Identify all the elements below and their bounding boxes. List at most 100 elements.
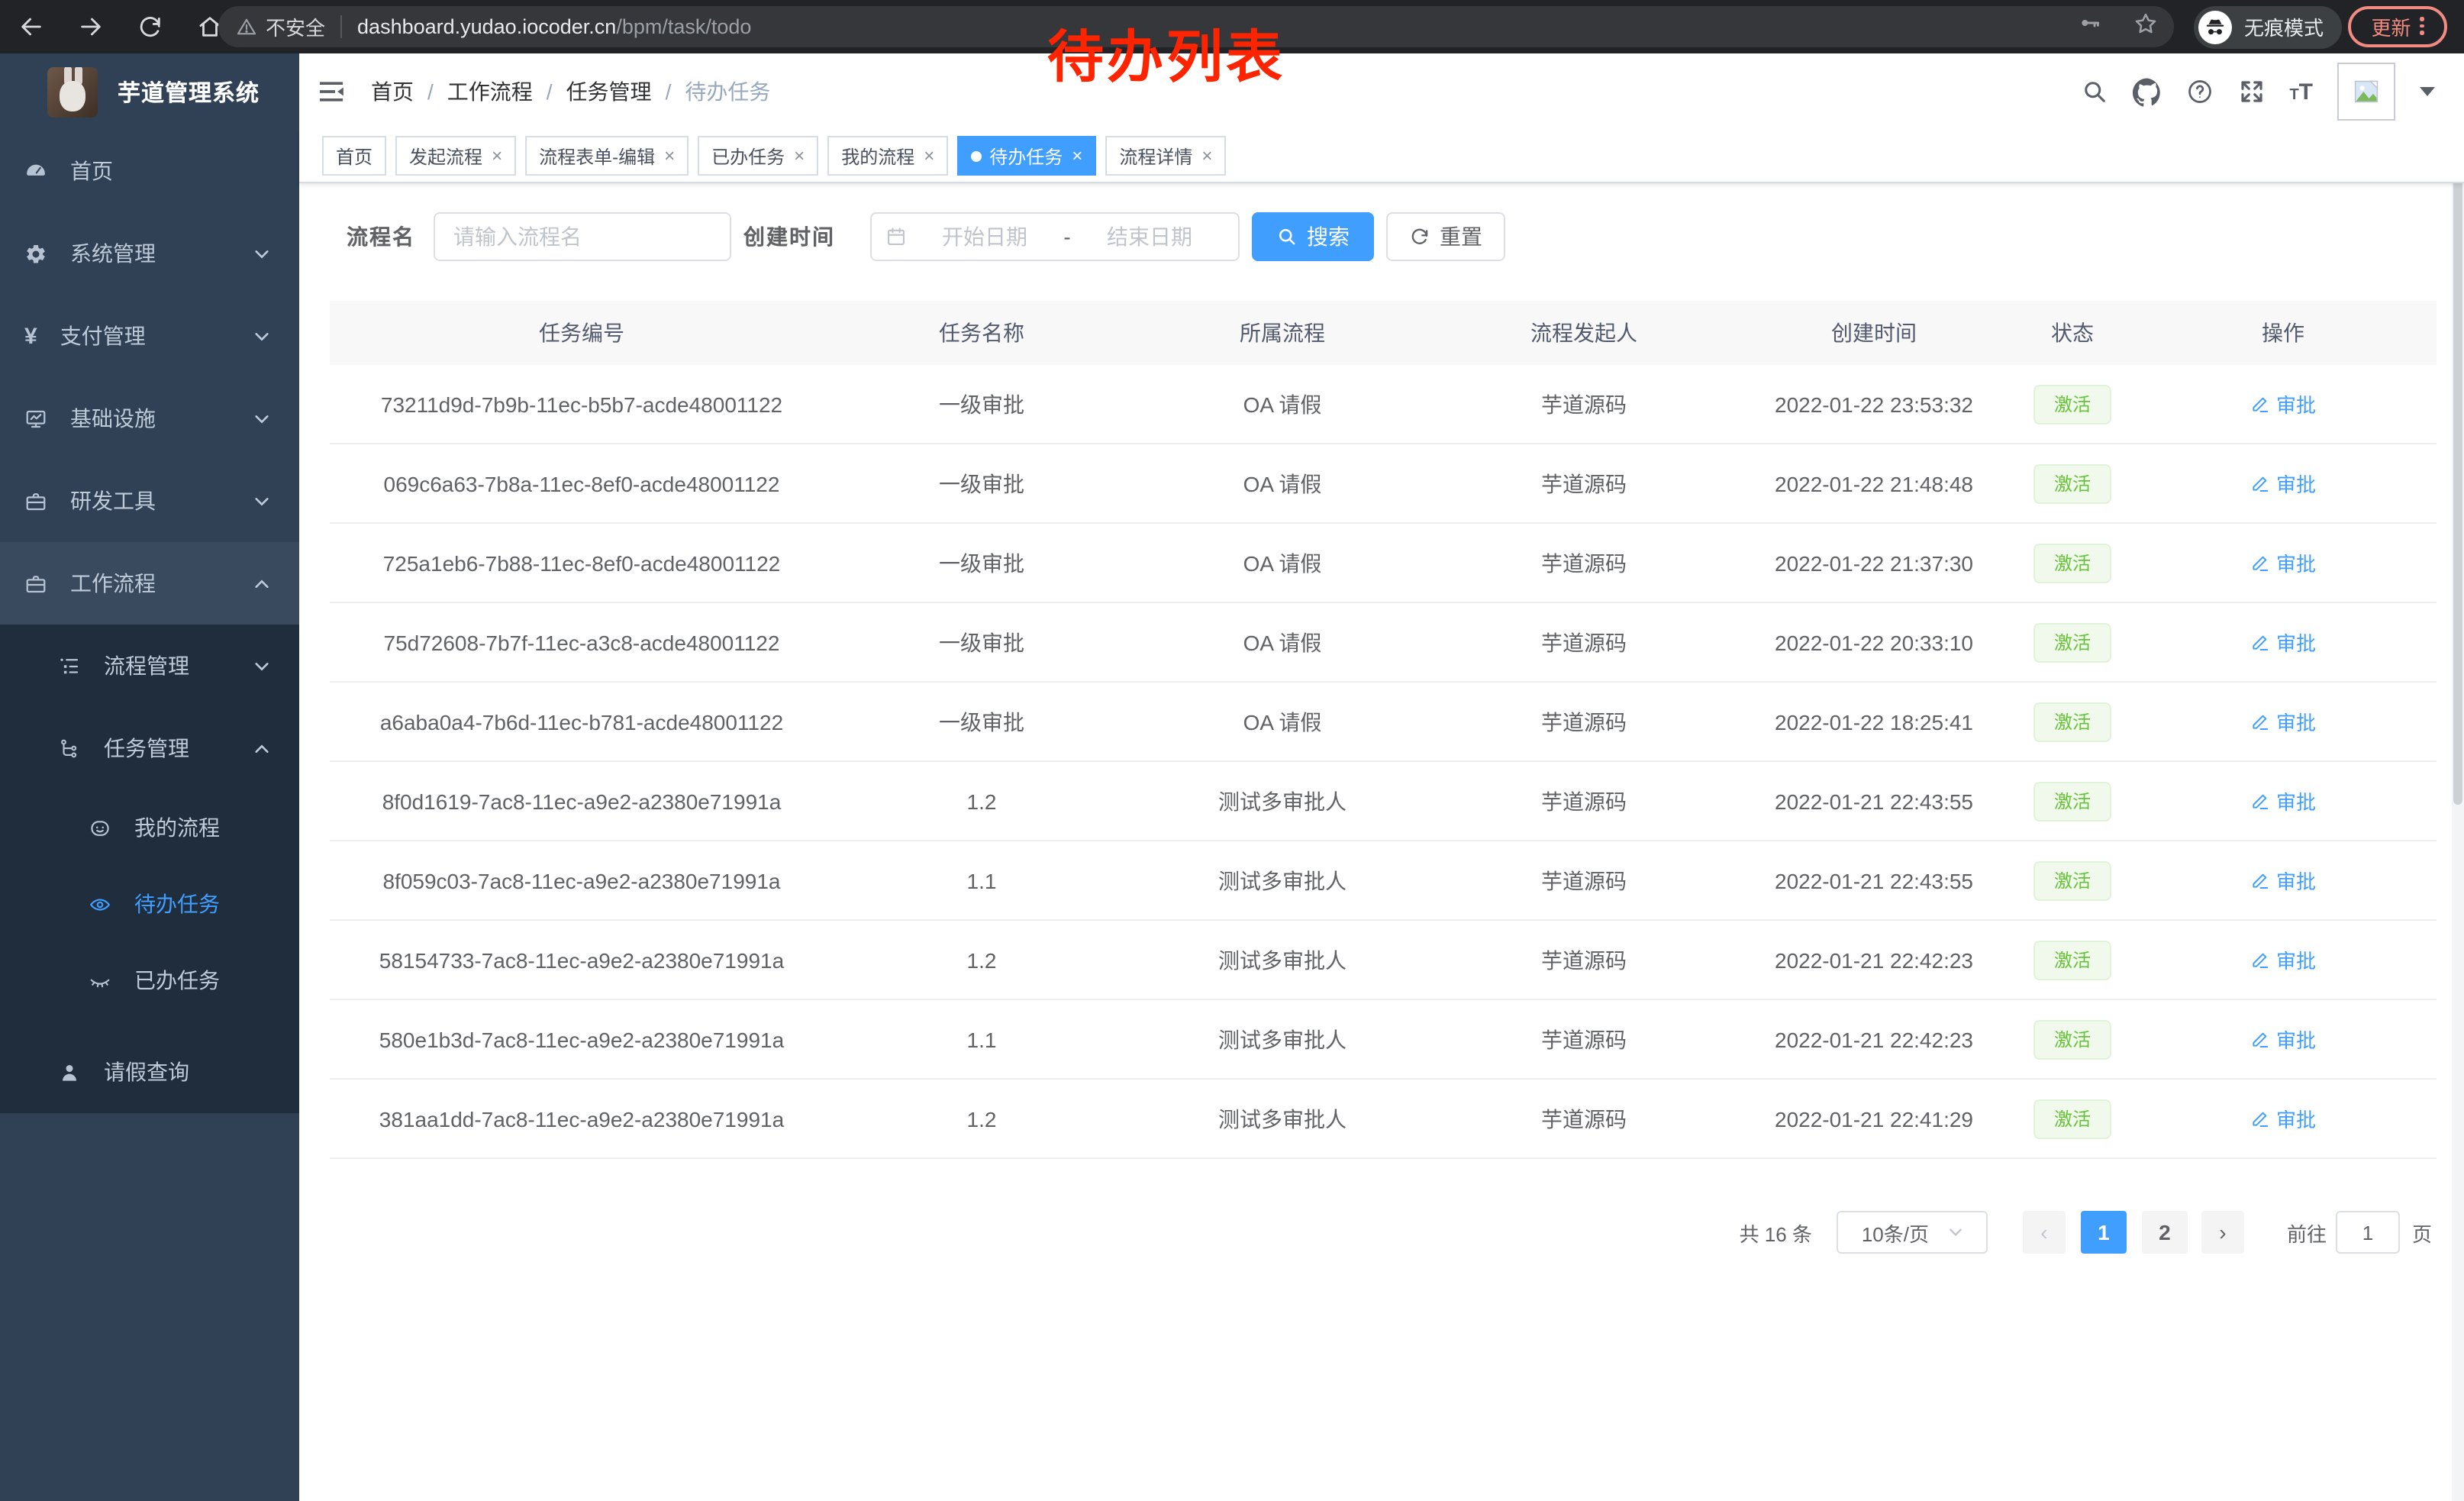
cell-task-id: a6aba0a4-7b6d-11ec-b781-acde48001122 (330, 682, 834, 761)
search-button[interactable]: 搜索 (1252, 212, 1374, 261)
status-badge: 激活 (2034, 384, 2111, 424)
cell-action: 审批 (2130, 365, 2437, 444)
approve-link[interactable]: 审批 (2250, 707, 2316, 736)
close-icon[interactable]: × (664, 147, 675, 165)
breadcrumb-home[interactable]: 首页 (371, 76, 414, 107)
cell-status: 激活 (2015, 841, 2130, 920)
browser-update-button[interactable]: 更新 (2348, 5, 2447, 47)
breadcrumb-task-management[interactable]: 任务管理 (566, 76, 652, 107)
status-badge: 激活 (2034, 463, 2111, 503)
bookmark-star-icon[interactable] (2133, 10, 2159, 44)
eye-closed-icon (89, 969, 111, 992)
approve-link[interactable]: 审批 (2250, 866, 2316, 895)
sidebar-item-payment[interactable]: ¥ 支付管理 (0, 295, 299, 377)
goto-label: 前往 (2287, 1218, 2327, 1247)
sidebar-item-workflow[interactable]: 工作流程 (0, 542, 299, 625)
cell-starter: 芋道源码 (1435, 523, 1733, 602)
sidebar-item-my-process[interactable]: 我的流程 (0, 789, 299, 866)
breadcrumb-workflow[interactable]: 工作流程 (447, 76, 533, 107)
chevron-down-icon (253, 492, 270, 509)
sidebar-item-task-management[interactable]: 任务管理 (0, 707, 299, 789)
chevron-down-icon (1947, 1225, 1962, 1240)
tab-start-process[interactable]: 发起流程× (395, 136, 516, 176)
cell-process: OA 请假 (1130, 444, 1435, 523)
search-icon[interactable] (2080, 78, 2108, 105)
col-task-id: 任务编号 (330, 301, 834, 365)
sidebar-item-todo-tasks[interactable]: 待办任务 (0, 866, 299, 942)
page-button-1[interactable]: 1 (2081, 1211, 2127, 1254)
reset-button[interactable]: 重置 (1386, 212, 1505, 261)
sidebar-item-infrastructure[interactable]: 基础设施 (0, 377, 299, 460)
close-icon[interactable]: × (1072, 147, 1082, 165)
avatar-caret-icon[interactable] (2420, 87, 2435, 96)
cell-process: 测试多审批人 (1130, 999, 1435, 1079)
approve-link[interactable]: 审批 (2250, 786, 2316, 815)
approve-link[interactable]: 审批 (2250, 389, 2316, 418)
approve-link[interactable]: 审批 (2250, 945, 2316, 974)
sidebar-item-process-management[interactable]: 流程管理 (0, 625, 299, 707)
process-name-input[interactable] (434, 212, 731, 261)
approve-link[interactable]: 审批 (2250, 548, 2316, 577)
tab-my-process[interactable]: 我的流程× (827, 136, 948, 176)
table-header-row: 任务编号 任务名称 所属流程 流程发起人 创建时间 状态 操作 (330, 301, 2437, 365)
approve-link[interactable]: 审批 (2250, 1104, 2316, 1133)
start-date-input[interactable] (916, 223, 1053, 250)
active-tab-dot (971, 150, 982, 161)
chevron-down-icon (253, 410, 270, 427)
browser-menu-dots-icon[interactable] (2420, 18, 2424, 35)
sidebar-item-devtools[interactable]: 研发工具 (0, 460, 299, 542)
security-label: 不安全 (266, 12, 325, 41)
tab-process-detail[interactable]: 流程详情× (1105, 136, 1226, 176)
col-actions: 操作 (2130, 301, 2437, 365)
browser-forward-icon[interactable] (78, 14, 104, 40)
omnibox-divider (340, 15, 342, 38)
chevron-down-icon (253, 245, 270, 262)
sidebar-logo: 芋道管理系统 (0, 53, 299, 130)
cell-task-id: 75d72608-7b7f-11ec-a3c8-acde48001122 (330, 602, 834, 682)
font-size-icon[interactable]: TT (2289, 79, 2313, 105)
approve-link[interactable]: 审批 (2250, 628, 2316, 657)
prev-page-button[interactable]: ‹ (2023, 1211, 2066, 1254)
avatar[interactable] (2337, 63, 2395, 121)
edit-pencil-icon (2250, 1109, 2270, 1128)
browser-back-icon[interactable] (18, 14, 44, 40)
page-button-2[interactable]: 2 (2142, 1211, 2188, 1254)
col-process: 所属流程 (1130, 301, 1435, 365)
password-key-icon[interactable] (2078, 11, 2102, 43)
tab-done-tasks[interactable]: 已办任务× (698, 136, 818, 176)
sidebar-item-home[interactable]: 首页 (0, 130, 299, 212)
table-row: 725a1eb6-7b88-11ec-8ef0-acde48001122 一级审… (330, 523, 2437, 602)
end-date-input[interactable] (1081, 223, 1218, 250)
fullscreen-icon[interactable] (2237, 78, 2265, 105)
sidebar-item-system[interactable]: 系统管理 (0, 212, 299, 295)
sidebar-item-leave-query[interactable]: 请假查询 (0, 1031, 299, 1113)
help-icon[interactable] (2185, 78, 2213, 105)
approve-link[interactable]: 审批 (2250, 1025, 2316, 1054)
tab-process-form-edit[interactable]: 流程表单-编辑× (525, 136, 689, 176)
close-icon[interactable]: × (794, 147, 805, 165)
tab-home[interactable]: 首页 (322, 136, 386, 176)
cell-action: 审批 (2130, 841, 2437, 920)
date-range-picker[interactable]: - (870, 212, 1240, 261)
goto-page-input[interactable] (2336, 1211, 2400, 1254)
close-icon[interactable]: × (492, 147, 502, 165)
scrollbar-track (2452, 53, 2464, 1501)
github-icon[interactable] (2132, 77, 2161, 106)
cell-status: 激活 (2015, 999, 2130, 1079)
close-icon[interactable]: × (1201, 147, 1212, 165)
url-bar[interactable]: 不安全 dashboard.yudao.iocoder.cn/bpm/task/… (218, 6, 2174, 47)
sidebar-collapse-icon[interactable] (316, 76, 347, 107)
chevron-up-icon (253, 575, 270, 592)
cell-create-time: 2022-01-21 22:42:23 (1733, 920, 2015, 999)
user-icon (58, 1060, 81, 1083)
filter-bar: 流程名 创建时间 - 搜索 (347, 212, 2464, 261)
page-size-select[interactable]: 10条/页 (1837, 1211, 1988, 1254)
next-page-button[interactable]: › (2201, 1211, 2244, 1254)
tab-todo-tasks[interactable]: 待办任务× (957, 136, 1096, 176)
status-badge: 激活 (2034, 543, 2111, 583)
close-icon[interactable]: × (924, 147, 934, 165)
browser-reload-icon[interactable] (137, 14, 163, 40)
approve-link[interactable]: 审批 (2250, 469, 2316, 498)
cell-status: 激活 (2015, 523, 2130, 602)
sidebar-item-done-tasks[interactable]: 已办任务 (0, 942, 299, 1018)
